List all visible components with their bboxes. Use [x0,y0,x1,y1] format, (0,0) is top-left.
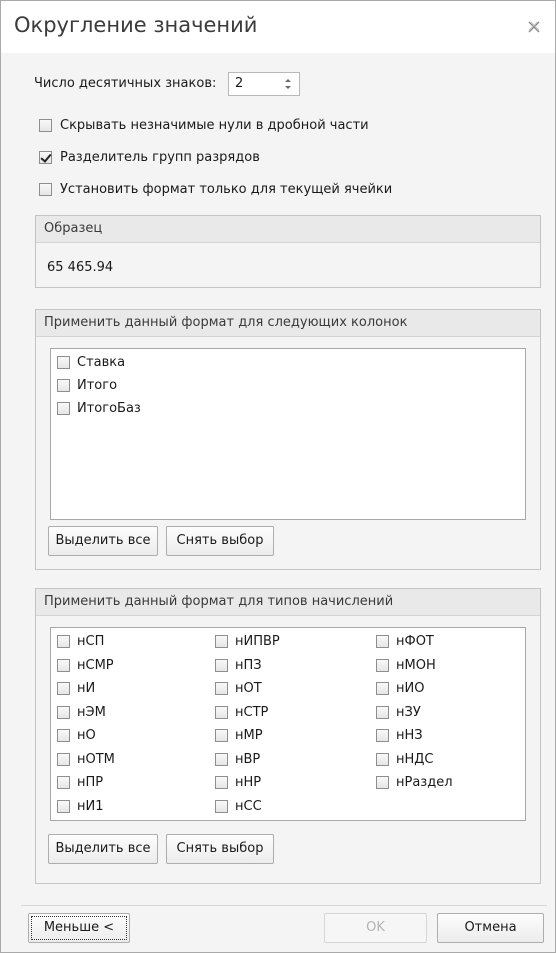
type-checkbox[interactable] [376,682,389,695]
type-label: нИ1 [77,798,104,814]
column-label: Ставка [77,355,126,370]
type-checkbox[interactable] [376,752,389,766]
type-label: нПР [77,775,104,790]
columns-group-header: Применить данный формат для следующих ко… [36,310,540,337]
type-checkbox[interactable] [57,752,70,766]
types-group: Применить данный формат для типов начисл… [35,588,541,884]
close-icon[interactable] [527,20,541,34]
type-checkbox[interactable] [376,658,389,672]
column-checkbox[interactable] [57,356,70,369]
columns-group-title: Применить данный формат для следующих ко… [44,315,408,330]
type-label: нНР [235,775,262,790]
group-separator-label: Разделитель групп разрядов [60,150,260,165]
decimal-places-spinner[interactable]: 2 [228,72,300,96]
column-label: Итого [77,378,118,393]
type-label: нСМР [77,657,114,673]
types-group-header: Применить данный формат для типов начисл… [36,589,540,616]
dialog-title: Округление значений [14,13,258,37]
type-label: нСТР [235,704,269,720]
type-checkbox[interactable] [215,752,228,766]
types-select-all-button[interactable]: Выделить все [48,834,158,864]
type-checkbox[interactable] [215,729,228,742]
type-label: нМР [235,728,263,743]
type-checkbox[interactable] [57,635,70,648]
type-label: нИО [396,681,425,696]
type-checkbox[interactable] [215,776,228,789]
types-clear-button[interactable]: Снять выбор [166,834,274,864]
type-checkbox[interactable] [57,705,70,719]
cancel-button[interactable]: Отмена [437,913,544,943]
title-bar: Округление значений [1,1,555,53]
current-cell-only-label: Установить формат только для текущей яче… [60,182,393,197]
sample-group: Образец 65 465.94 [35,215,541,288]
sample-group-title: Образец [44,221,103,236]
hide-zeros-label: Скрывать незначимые нули в дробной части [60,118,369,133]
type-checkbox[interactable] [376,729,389,742]
column-checkbox[interactable] [57,402,70,415]
type-label: нНДС [396,751,434,767]
type-checkbox[interactable] [215,799,228,813]
type-label: нОТ [235,681,262,696]
rounding-dialog: Округление значений Число десятичных зна… [0,0,556,953]
ok-button: OK [324,913,427,943]
less-button[interactable]: Меньше < [28,913,130,943]
columns-list[interactable]: Ставка Итого ИтогоБаз [50,348,526,520]
type-checkbox[interactable] [57,729,70,742]
type-label: нВР [235,751,261,767]
hide-zeros-checkbox[interactable] [39,119,52,132]
types-list[interactable]: нСП нСМР нИ нЭМ нО нОТМ нПР нИ1 нИПВР нПЗ нОТ нСТР н… [50,627,526,821]
type-label: нПЗ [235,657,262,673]
type-label: нЗУ [396,704,421,720]
type-label: нИ [77,681,96,696]
type-checkbox[interactable] [57,682,70,695]
type-label: нРаздел [396,775,453,790]
type-label: нСС [235,798,262,814]
decimal-places-label: Число десятичных знаков: [34,76,217,91]
column-label: ИтогоБаз [77,401,141,416]
columns-select-all-button[interactable]: Выделить все [48,526,158,556]
sample-value: 65 465.94 [47,260,114,275]
type-label: нМОН [396,657,436,673]
type-label: нЭМ [77,704,106,720]
group-separator-checkbox[interactable] [39,151,52,164]
type-checkbox[interactable] [215,658,228,672]
type-checkbox[interactable] [215,705,228,719]
type-label: нСП [77,634,105,649]
footer-divider [21,905,547,906]
type-label: нНЗ [396,728,423,743]
type-label: нФОТ [396,634,434,649]
columns-group: Применить данный формат для следующих ко… [35,309,541,570]
type-checkbox[interactable] [215,682,228,695]
type-label: нИПВР [235,634,280,649]
type-checkbox[interactable] [376,776,389,789]
column-checkbox[interactable] [57,379,70,392]
type-label: нОТМ [77,751,115,767]
type-label: нО [77,728,96,743]
decimal-places-value[interactable]: 2 [235,76,243,91]
columns-clear-button[interactable]: Снять выбор [166,526,274,556]
sample-group-header: Образец [36,216,540,243]
type-checkbox[interactable] [376,635,389,648]
type-checkbox[interactable] [215,635,228,648]
type-checkbox[interactable] [57,776,70,789]
type-checkbox[interactable] [57,658,70,672]
type-checkbox[interactable] [376,705,389,719]
current-cell-only-checkbox[interactable] [39,183,52,196]
spin-arrows-icon[interactable] [277,73,299,95]
type-checkbox[interactable] [57,799,70,813]
types-group-title: Применить данный формат для типов начисл… [44,594,394,609]
